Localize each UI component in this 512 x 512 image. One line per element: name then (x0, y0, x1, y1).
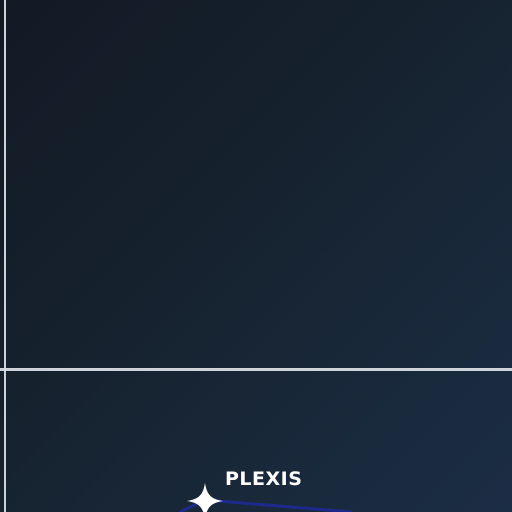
horizontal-guide-line (0, 368, 512, 371)
route-path (179, 498, 353, 512)
node-label[interactable]: PLEXIS (225, 468, 302, 490)
route-line (204, 498, 353, 512)
map-canvas[interactable]: PLEXIS (0, 0, 512, 512)
vertical-guide-line (4, 0, 6, 512)
four-point-star-icon[interactable] (187, 483, 223, 512)
